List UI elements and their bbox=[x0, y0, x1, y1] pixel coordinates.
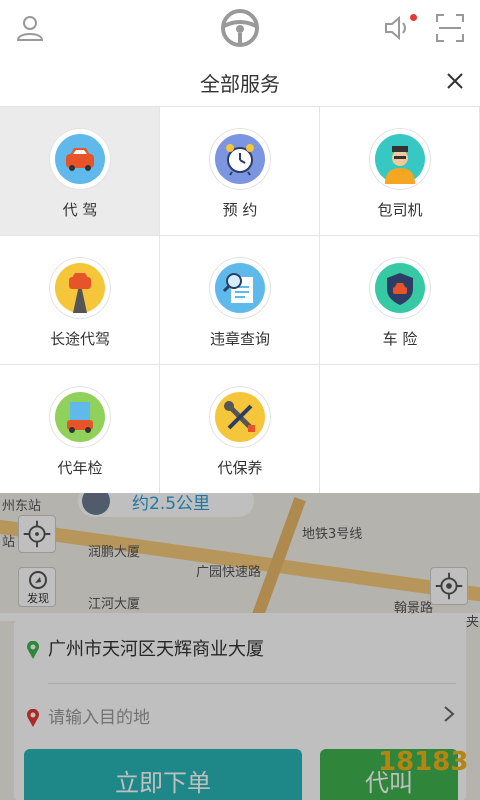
wrench-screwdriver-icon bbox=[224, 401, 255, 432]
alarm-clock-icon bbox=[226, 144, 254, 176]
service-label: 代年检 bbox=[57, 459, 103, 477]
service-yuyue[interactable]: 预 约 bbox=[160, 107, 320, 236]
shield-car-icon bbox=[387, 273, 413, 305]
service-nianjian[interactable]: 代年检 bbox=[0, 365, 160, 494]
service-label: 代保养 bbox=[217, 459, 263, 477]
service-label: 车 险 bbox=[382, 330, 418, 348]
close-icon[interactable] bbox=[442, 68, 468, 94]
service-chexian[interactable]: 车 险 bbox=[320, 236, 480, 365]
service-baoyang[interactable]: 代保养 bbox=[160, 365, 320, 494]
user-profile-icon[interactable] bbox=[14, 12, 46, 44]
service-empty-cell bbox=[320, 365, 480, 494]
service-daijia[interactable]: 代 驾 bbox=[0, 107, 160, 236]
inspection-car-icon bbox=[67, 402, 93, 433]
services-grid: 代 驾 预 约 包司机 长途代驾 违章查询 车 险 代年检 代保养 bbox=[0, 106, 480, 494]
service-label: 长途代驾 bbox=[49, 330, 110, 348]
service-baosiji[interactable]: 包司机 bbox=[320, 107, 480, 236]
service-label: 代 驾 bbox=[62, 201, 98, 219]
dim-overlay[interactable] bbox=[0, 493, 480, 800]
service-label: 包司机 bbox=[377, 201, 423, 219]
app-root: 全部服务 代 驾 预 约 包司机 长途代驾 违章查询 车 险 代年检 代保养 州… bbox=[0, 0, 480, 800]
map-view[interactable]: 州东站 站 润鹏大厦 江河大厦 广园快速路 地铁3号线 翰景路 夹 约2.5公里… bbox=[0, 493, 480, 800]
page-title: 全部服务 bbox=[200, 72, 280, 96]
steering-wheel-icon bbox=[221, 9, 259, 47]
scan-icon[interactable] bbox=[434, 12, 466, 44]
service-label: 预 约 bbox=[222, 201, 258, 219]
magnifier-document-icon bbox=[222, 273, 253, 303]
services-panel-header: 全部服务 bbox=[0, 56, 480, 106]
car-icon bbox=[66, 148, 94, 171]
service-changtu[interactable]: 长途代驾 bbox=[0, 236, 160, 365]
notification-dot bbox=[410, 14, 417, 21]
service-weizhang[interactable]: 违章查询 bbox=[160, 236, 320, 365]
top-bar bbox=[0, 0, 480, 56]
service-label: 违章查询 bbox=[209, 330, 270, 348]
long-road-car-icon bbox=[69, 273, 91, 313]
chauffeur-icon bbox=[385, 146, 415, 184]
